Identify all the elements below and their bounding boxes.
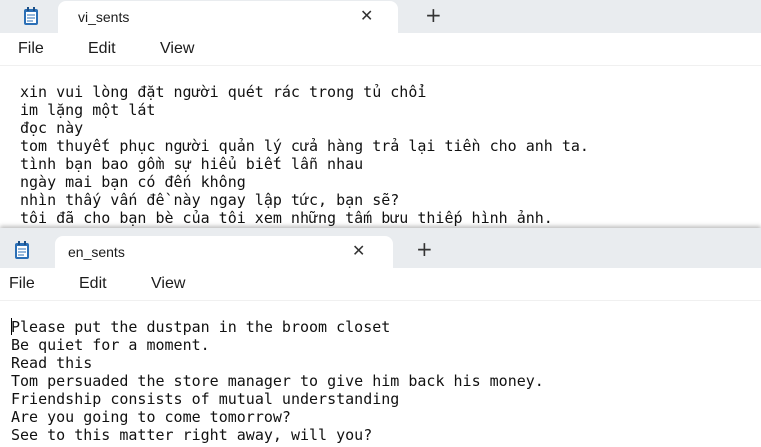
- close-icon[interactable]: ✕: [360, 6, 373, 25]
- text-line: ngày mai bạn có đến không: [20, 173, 246, 191]
- text-line: tom thuyết phục người quản lý cửa hàng t…: [20, 137, 589, 155]
- text-line: Read this: [11, 354, 93, 372]
- text-line: Friendship consists of mutual understand…: [11, 390, 400, 408]
- text-editor[interactable]: Please put the dustpan in the broom clos…: [0, 316, 761, 447]
- tab-en-sents[interactable]: en_sents ✕: [55, 236, 393, 268]
- text-line: Are you going to come tomorrow?: [11, 408, 291, 426]
- notepad-icon: [24, 7, 38, 25]
- text-editor[interactable]: xin vui lòng đặt người quét rác trong tủ…: [0, 80, 761, 228]
- text-line: Please put the dustpan in the broom clos…: [11, 318, 391, 336]
- text-line: tôi đã cho bạn bè của tôi xem những tấm …: [20, 209, 553, 227]
- notepad-window-en: en_sents ✕ + File Edit View Please put t…: [0, 228, 761, 447]
- menu-edit[interactable]: Edit: [88, 40, 116, 58]
- menu-bar: File Edit View: [0, 268, 761, 301]
- text-line: đọc này: [20, 119, 84, 137]
- text-line: nhìn thấy vấn đề này ngay lập tức, bạn s…: [20, 191, 400, 209]
- menu-bar: File Edit View: [0, 33, 761, 66]
- notepad-window-vi: vi_sents ✕ + File Edit View xin vui lòng…: [0, 0, 761, 228]
- text-line: Be quiet for a moment.: [11, 336, 210, 354]
- tab-title: en_sents: [68, 244, 125, 260]
- menu-view[interactable]: View: [160, 40, 194, 58]
- tab-bar: vi_sents ✕ +: [0, 0, 761, 33]
- notepad-icon: [15, 241, 29, 259]
- text-line: xin vui lòng đặt người quét rác trong tủ…: [20, 83, 427, 101]
- text-line: im lặng một lát: [20, 101, 156, 119]
- text-line: See to this matter right away, will you?: [11, 426, 373, 444]
- text-line: tình bạn bao gồm sự hiểu biết lẫn nhau: [20, 155, 364, 173]
- menu-file[interactable]: File: [18, 40, 44, 58]
- close-icon[interactable]: ✕: [352, 241, 365, 260]
- menu-edit[interactable]: Edit: [79, 275, 107, 293]
- menu-file[interactable]: File: [9, 275, 35, 293]
- tab-bar: en_sents ✕ +: [0, 228, 761, 268]
- add-tab-icon[interactable]: +: [416, 237, 433, 261]
- menu-view[interactable]: View: [151, 275, 185, 293]
- add-tab-icon[interactable]: +: [425, 3, 442, 27]
- text-line: Tom persuaded the store manager to give …: [11, 372, 544, 390]
- tab-title: vi_sents: [78, 9, 130, 25]
- tab-vi-sents[interactable]: vi_sents ✕: [58, 1, 398, 33]
